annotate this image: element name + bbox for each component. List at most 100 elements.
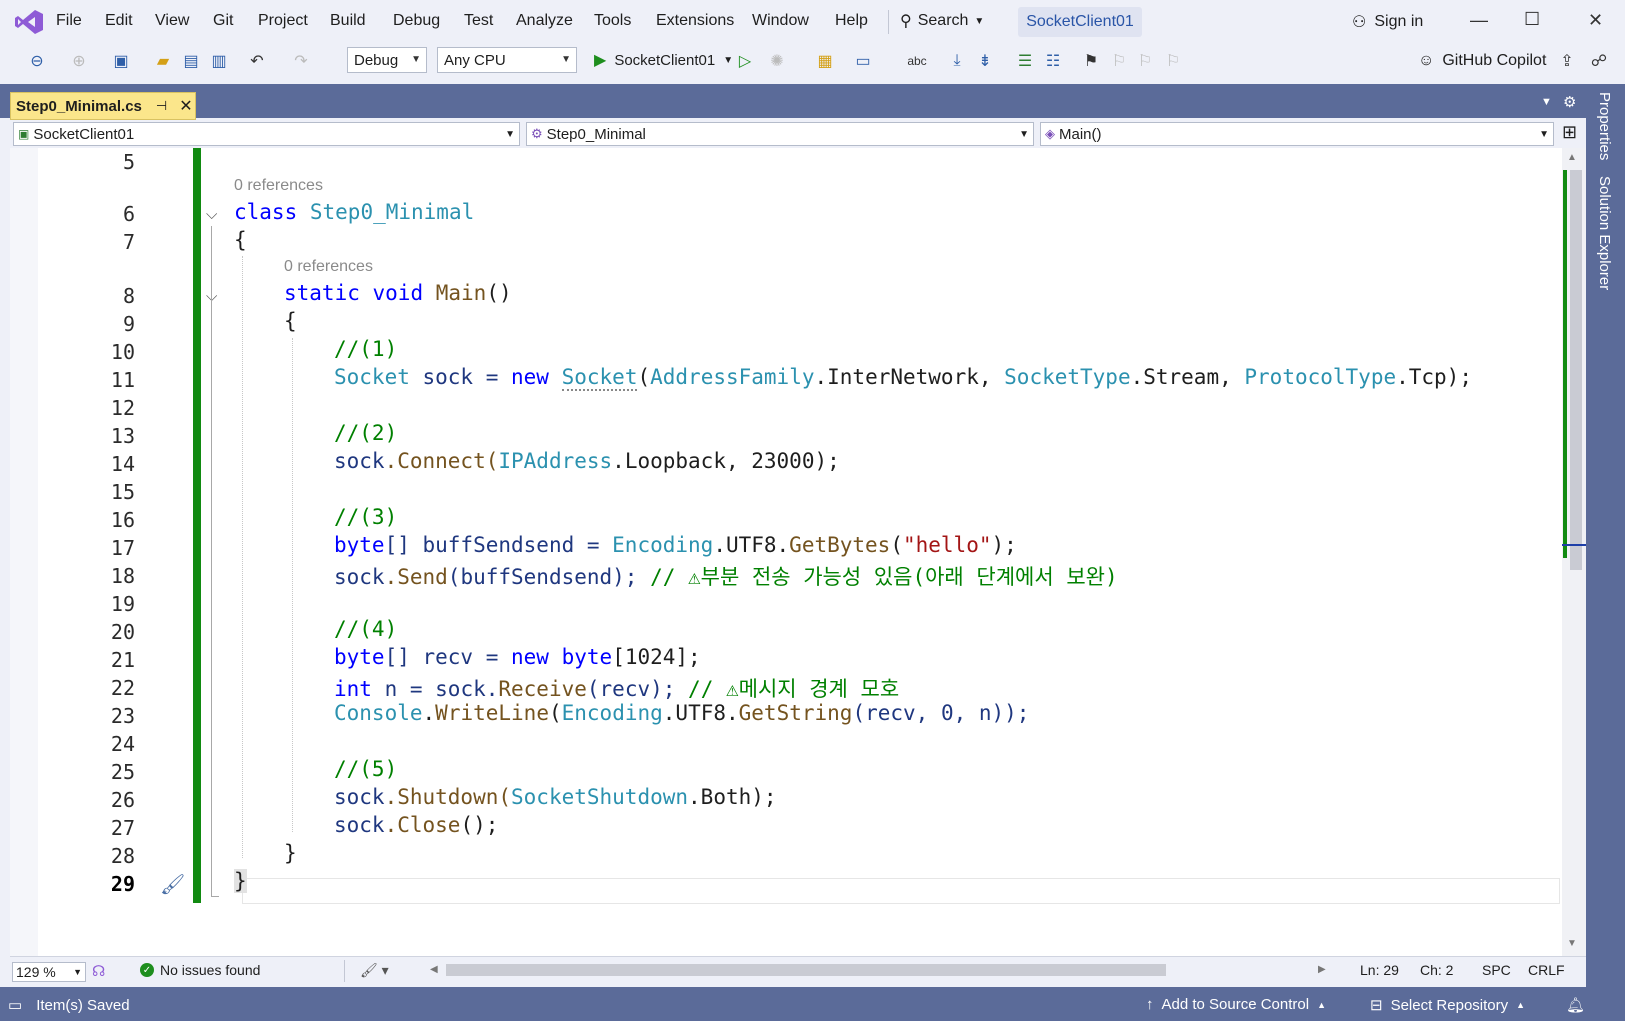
play-icon: ▶ bbox=[594, 52, 607, 69]
copilot-icon: ☺ bbox=[1418, 52, 1435, 69]
step-over-icon[interactable]: ⇟ bbox=[974, 50, 996, 72]
member-dropdown[interactable]: ◈ Main() ▼ bbox=[1040, 122, 1554, 146]
solution-explorer-icon[interactable]: ▦ bbox=[814, 50, 836, 72]
codelens-references[interactable]: 0 references bbox=[234, 177, 323, 195]
share-icon[interactable]: ⇪ bbox=[1556, 50, 1578, 72]
github-copilot-button[interactable]: ☺ GitHub Copilot bbox=[1418, 52, 1546, 70]
menu-build[interactable]: Build bbox=[330, 12, 366, 30]
navigate-back-icon[interactable]: ⊖ bbox=[26, 50, 48, 72]
quick-actions-brush-icon[interactable]: 🖌 bbox=[160, 872, 185, 897]
repository-label: Select Repository bbox=[1390, 996, 1509, 1014]
clear-bookmarks-icon[interactable]: ⚐ bbox=[1162, 50, 1184, 72]
close-icon[interactable]: ✕ bbox=[1588, 10, 1603, 31]
line-ending-indicator[interactable]: CRLF bbox=[1528, 962, 1565, 978]
column-indicator[interactable]: Ch: 2 bbox=[1420, 962, 1453, 978]
tab-list-dropdown-icon[interactable]: ▼ bbox=[1541, 96, 1552, 108]
code-line-29: } bbox=[234, 869, 247, 893]
window-layout-icon[interactable]: ▭ bbox=[852, 50, 874, 72]
source-control-label: Add to Source Control bbox=[1161, 996, 1310, 1013]
maximize-icon[interactable]: ☐ bbox=[1524, 9, 1540, 30]
navigate-forward-icon[interactable]: ⊕ bbox=[68, 50, 90, 72]
whitespace-indicator[interactable]: SPC bbox=[1482, 962, 1511, 978]
zoom-value: 129 % bbox=[16, 964, 56, 980]
feedback-icon[interactable]: ☍ bbox=[1588, 50, 1610, 72]
menu-tools[interactable]: Tools bbox=[594, 12, 631, 30]
project-dropdown[interactable]: ▣ SocketClient01 ▼ bbox=[13, 122, 520, 146]
user-icon: ⚇ bbox=[1352, 14, 1367, 31]
undo-icon[interactable]: ↶ bbox=[246, 50, 268, 72]
solution-explorer-tab[interactable]: Solution Explorer bbox=[1596, 176, 1613, 290]
output-window-icon: ▭ bbox=[8, 997, 23, 1014]
previous-bookmark-icon[interactable]: ⚐ bbox=[1108, 50, 1130, 72]
minimize-icon[interactable]: — bbox=[1470, 10, 1488, 31]
scroll-right-icon[interactable]: ▶ bbox=[1318, 964, 1326, 975]
menu-test[interactable]: Test bbox=[464, 12, 493, 30]
tab-step0-minimal[interactable]: Step0_Minimal.cs ⊣ ✕ bbox=[10, 92, 196, 120]
code-line-6: class Step0_Minimal bbox=[234, 200, 475, 224]
open-file-icon[interactable]: ▰ bbox=[152, 50, 174, 72]
hot-reload-icon[interactable]: ✺ bbox=[766, 50, 788, 72]
start-without-debugging-icon[interactable]: ▷ bbox=[734, 50, 756, 72]
menu-help[interactable]: Help bbox=[835, 12, 868, 30]
close-tab-icon[interactable]: ✕ bbox=[179, 96, 192, 116]
sign-in-button[interactable]: ⚇ Sign in bbox=[1352, 12, 1423, 32]
menu-git[interactable]: Git bbox=[213, 12, 233, 30]
menu-debug[interactable]: Debug bbox=[393, 12, 440, 30]
bookmark-icon[interactable]: ⚑ bbox=[1080, 50, 1102, 72]
member-value: Main() bbox=[1059, 125, 1102, 143]
output-status[interactable]: ▭ Item(s) Saved bbox=[8, 996, 130, 1015]
add-to-source-control-button[interactable]: ↑ Add to Source Control ▲ bbox=[1146, 996, 1326, 1013]
next-bookmark-icon[interactable]: ⚐ bbox=[1134, 50, 1156, 72]
comment-icon[interactable]: ☰ bbox=[1014, 50, 1036, 72]
horizontal-scrollbar-thumb[interactable] bbox=[446, 964, 1166, 976]
standard-toolbar bbox=[0, 44, 1625, 84]
codelens-references[interactable]: 0 references bbox=[284, 258, 373, 276]
settings-gear-icon[interactable]: ⚙ bbox=[1563, 93, 1576, 111]
new-project-icon[interactable]: ▣ bbox=[110, 50, 132, 72]
start-debugging-button[interactable]: ▶ SocketClient01 ▼ bbox=[594, 50, 733, 70]
search-box[interactable]: ⚲ Search ▼ bbox=[900, 8, 984, 34]
current-line-number: 29 bbox=[110, 872, 135, 896]
notifications-bell-icon[interactable]: 🔔︎ bbox=[1566, 996, 1585, 1014]
uncomment-icon[interactable]: ☷ bbox=[1042, 50, 1064, 72]
menu-file[interactable]: File bbox=[56, 12, 82, 30]
menu-window[interactable]: Window bbox=[752, 12, 809, 30]
line-number: 28 bbox=[110, 844, 135, 868]
save-all-icon[interactable]: ▥ bbox=[208, 50, 230, 72]
vertical-scrollbar-thumb[interactable] bbox=[1570, 170, 1582, 570]
select-repository-button[interactable]: ⊟ Select Repository ▲ bbox=[1370, 996, 1525, 1015]
scroll-up-icon[interactable]: ▲ bbox=[1567, 152, 1577, 163]
platform-select[interactable]: Any CPU ▼ bbox=[437, 47, 577, 73]
scroll-down-icon[interactable]: ▼ bbox=[1567, 938, 1577, 949]
code-cleanup-icon[interactable]: 🖌 ▾ bbox=[360, 962, 389, 979]
solution-name-badge[interactable]: SocketClient01 bbox=[1018, 7, 1142, 37]
pin-icon[interactable]: ⊣ bbox=[156, 98, 167, 114]
line-number: 16 bbox=[110, 508, 135, 532]
line-number: 14 bbox=[110, 452, 135, 476]
menu-extensions[interactable]: Extensions bbox=[656, 12, 734, 30]
spell-check-icon[interactable]: abc bbox=[906, 50, 928, 72]
step-into-icon[interactable]: ⤓ bbox=[946, 50, 968, 72]
menu-edit[interactable]: Edit bbox=[105, 12, 133, 30]
scrollbar-caret-marker bbox=[1562, 544, 1586, 546]
split-editor-icon[interactable]: ⊞ bbox=[1562, 122, 1577, 143]
menu-project[interactable]: Project bbox=[258, 12, 308, 30]
scroll-left-icon[interactable]: ◀ bbox=[430, 964, 438, 975]
menu-analyze[interactable]: Analyze bbox=[516, 12, 573, 30]
chevron-up-icon: ▲ bbox=[1317, 999, 1327, 1010]
code-line-27: sock.Close(); bbox=[334, 813, 499, 837]
intellicode-icon[interactable]: ☊ bbox=[92, 962, 105, 980]
visual-studio-logo-icon[interactable] bbox=[14, 9, 44, 35]
menu-view[interactable]: View bbox=[155, 12, 189, 30]
configuration-select[interactable]: Debug ▼ bbox=[347, 47, 427, 73]
save-icon[interactable]: ▤ bbox=[180, 50, 202, 72]
issues-indicator[interactable]: ✓ No issues found bbox=[140, 962, 260, 978]
line-number: 15 bbox=[110, 480, 135, 504]
collapse-class-chevron-icon[interactable]: ⌵ bbox=[206, 206, 217, 223]
outline-line bbox=[211, 226, 212, 896]
zoom-select[interactable]: 129 % ▼ bbox=[12, 962, 86, 982]
type-dropdown[interactable]: ⚙ Step0_Minimal ▼ bbox=[526, 122, 1034, 146]
line-indicator[interactable]: Ln: 29 bbox=[1360, 962, 1399, 978]
properties-tab[interactable]: Properties bbox=[1596, 92, 1613, 160]
redo-icon[interactable]: ↷ bbox=[290, 50, 312, 72]
